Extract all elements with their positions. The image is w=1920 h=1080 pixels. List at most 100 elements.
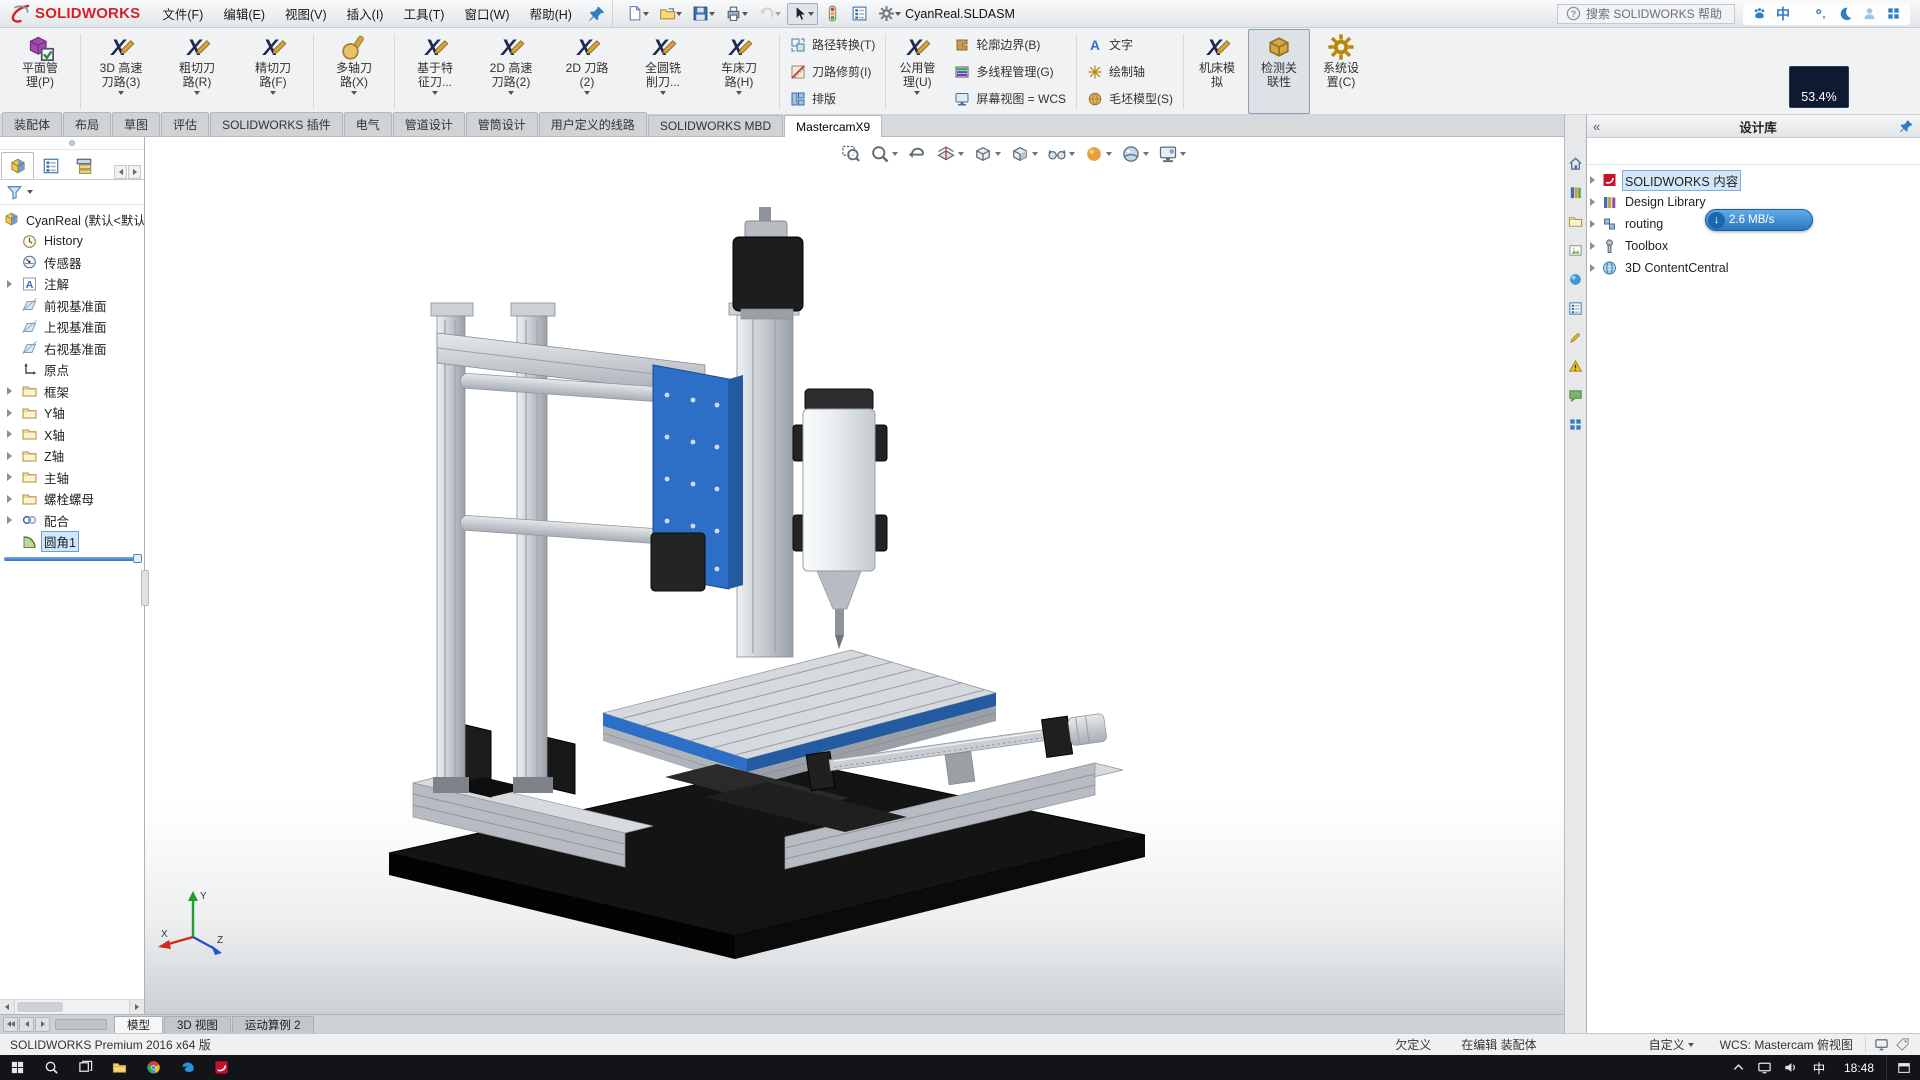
ribbon-button[interactable]: 平面管 理(P) [2, 29, 78, 114]
view-tool-button[interactable] [867, 142, 901, 166]
menu-item[interactable]: 插入(I) [337, 0, 394, 27]
feature-tree-item[interactable]: 框架 [0, 381, 144, 403]
help-search-box[interactable]: ? 搜索 SOLIDWORKS 帮助 [1557, 4, 1735, 24]
menu-item[interactable]: 帮助(H) [520, 0, 582, 27]
expand-arrow-icon[interactable] [1590, 176, 1595, 184]
feature-tree-item[interactable]: History [0, 230, 144, 252]
taskbar-app-button[interactable] [170, 1055, 204, 1080]
cnc-machine-model[interactable] [145, 137, 1564, 1014]
ime-button[interactable] [1886, 6, 1901, 21]
library-tool-button[interactable] [1595, 143, 1612, 160]
view-tool-button[interactable] [970, 142, 1004, 166]
feature-tree-item[interactable]: Y轴 [0, 402, 144, 424]
expand-arrow-icon[interactable] [7, 280, 12, 288]
tabs-next-button[interactable] [35, 1017, 50, 1032]
ribbon-button[interactable]: X 全圆铣 削刀... [625, 29, 701, 114]
task-pane-tab[interactable] [1566, 327, 1586, 348]
ribbon-small-button[interactable]: 轮廓边界(B) [950, 32, 1070, 57]
ribbon-tab[interactable]: 草图 [112, 112, 160, 136]
feature-tree-item[interactable]: 右视基准面 [0, 338, 144, 360]
quick-tool-button[interactable] [622, 3, 653, 25]
taskbar-app-button[interactable] [136, 1055, 170, 1080]
ribbon-tab[interactable]: SOLIDWORKS MBD [648, 115, 783, 136]
tree-filter[interactable] [0, 180, 144, 205]
library-tool-button[interactable] [1715, 143, 1732, 160]
tabs-first-button[interactable] [3, 1017, 18, 1032]
taskbar-app-button[interactable] [204, 1055, 238, 1080]
ribbon-button[interactable]: 系统设 置(C) [1310, 29, 1372, 114]
tabs-slider[interactable] [55, 1019, 107, 1030]
status-item[interactable]: 欠定义 [1387, 1036, 1439, 1053]
status-item[interactable]: 在编辑 装配体 [1453, 1036, 1544, 1053]
notification-center-button[interactable] [1886, 1055, 1920, 1080]
library-tool-button[interactable] [1739, 143, 1756, 160]
task-pane-tab[interactable] [1566, 240, 1586, 261]
ribbon-tab[interactable]: 布局 [63, 112, 111, 136]
download-speed-badge[interactable]: ↓ 2.6 MB/s [1705, 209, 1813, 231]
ribbon-button[interactable]: X 机床模 拟 [1186, 29, 1248, 114]
ribbon-small-button[interactable]: 多线程管理(G) [950, 59, 1070, 84]
expand-arrow-icon[interactable] [7, 387, 12, 395]
tag-icon[interactable] [1895, 1037, 1910, 1052]
view-tool-button[interactable] [933, 142, 967, 166]
ribbon-tab[interactable]: 用户定义的线路 [539, 112, 647, 136]
ribbon-button[interactable]: X 3D 高速 刀路(3) [83, 29, 159, 114]
feature-tree-item[interactable]: 螺栓螺母 [0, 488, 144, 510]
menu-item[interactable]: 文件(F) [152, 0, 213, 27]
status-item[interactable]: WCS: Mastercam 俯视图 [1712, 1036, 1861, 1053]
ribbon-button[interactable]: X 2D 刀路 (2) [549, 29, 625, 114]
feature-panel-tab[interactable] [67, 152, 100, 179]
library-tool-button[interactable] [1643, 143, 1660, 160]
panel-collapse-dot[interactable] [0, 137, 144, 150]
quick-tool-button[interactable] [688, 3, 719, 25]
menu-item[interactable]: 工具(T) [393, 0, 454, 27]
feature-tree-item[interactable]: 前视基准面 [0, 295, 144, 317]
view-tool-button[interactable] [838, 142, 864, 166]
quick-tool-button[interactable] [874, 3, 905, 25]
expand-arrow-icon[interactable] [1590, 198, 1595, 206]
task-pane-tab[interactable] [1566, 182, 1586, 203]
ribbon-button[interactable]: X 粗切刀 路(R) [159, 29, 235, 114]
feature-tree-item[interactable]: A 注解 [0, 273, 144, 295]
library-tree-item[interactable]: SOLIDWORKS 内容 [1587, 169, 1920, 191]
rollback-bar[interactable] [4, 557, 140, 561]
menu-item[interactable]: 视图(V) [275, 0, 337, 27]
panel-splitter-handle[interactable] [141, 570, 149, 606]
view-tool-button[interactable] [1081, 142, 1115, 166]
expand-arrow-icon[interactable] [7, 409, 12, 417]
ribbon-button[interactable]: X 基于特 征刀... [397, 29, 473, 114]
view-tab[interactable]: 运动算例 2 [232, 1016, 314, 1033]
tabs-prev-button[interactable] [19, 1017, 34, 1032]
expand-arrow-icon[interactable] [7, 430, 12, 438]
tree-horizontal-scrollbar[interactable] [0, 999, 144, 1014]
task-pane-tab[interactable] [1566, 385, 1586, 406]
quick-tool-button[interactable] [655, 3, 686, 25]
library-tool-button[interactable] [1667, 143, 1684, 160]
library-tree-item[interactable]: Toolbox [1587, 235, 1920, 257]
view-tool-button[interactable] [904, 142, 930, 166]
status-item[interactable]: 自定义 [1641, 1036, 1702, 1053]
ribbon-small-button[interactable]: 绘制轴 [1083, 59, 1177, 84]
ime-button[interactable]: , [1814, 6, 1829, 21]
taskbar-app-button[interactable] [34, 1055, 68, 1080]
ribbon-small-button[interactable]: 毛坯模型(S) [1083, 86, 1177, 111]
tabs-scroll-right[interactable] [128, 165, 141, 179]
ime-mode-indicator[interactable]: 中 [1806, 1058, 1832, 1077]
tabs-scroll-left[interactable] [114, 165, 127, 179]
library-tool-button[interactable] [1691, 143, 1708, 160]
feature-tree-item[interactable]: Z轴 [0, 445, 144, 467]
expand-arrow-icon[interactable] [7, 452, 12, 460]
ribbon-tab[interactable]: 评估 [161, 112, 209, 136]
view-tool-button[interactable] [1044, 142, 1078, 166]
quick-tool-button[interactable] [754, 3, 785, 25]
pin-icon[interactable] [588, 5, 606, 23]
ribbon-button[interactable]: X 精切刀 路(F) [235, 29, 311, 114]
feature-tree-item[interactable]: X轴 [0, 424, 144, 446]
quick-tool-button[interactable] [847, 3, 872, 25]
expand-arrow-icon[interactable] [1590, 242, 1595, 250]
expand-arrow-icon[interactable] [1590, 220, 1595, 228]
view-tab[interactable]: 模型 [114, 1016, 163, 1033]
task-pane-tab[interactable] [1566, 356, 1586, 377]
ribbon-button[interactable]: X 2D 高速 刀路(2) [473, 29, 549, 114]
menu-item[interactable]: 窗口(W) [454, 0, 519, 27]
